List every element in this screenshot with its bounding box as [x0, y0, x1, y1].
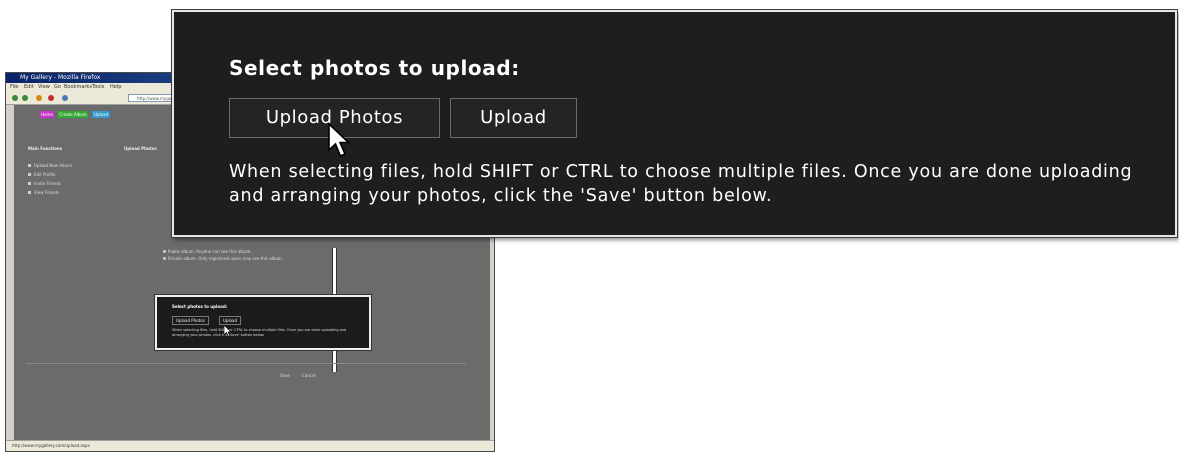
stop-icon[interactable]: [48, 95, 54, 101]
menu-item-go[interactable]: Go: [54, 83, 61, 92]
sidebar-item-invite-friends[interactable]: Invite Friends: [28, 181, 61, 186]
upload-heading: Select photos to upload:: [229, 56, 520, 80]
mini-upload-help-text: When selecting files, hold SHIFT or CTRL…: [172, 328, 347, 337]
forward-icon[interactable]: [22, 95, 28, 101]
menu-item-file[interactable]: File: [10, 83, 18, 92]
status-bar: http://www.mygallery.com/upload.aspx: [6, 440, 494, 451]
upload-help-text: When selecting files, hold SHIFT or CTRL…: [229, 162, 1133, 206]
tab-create-album[interactable]: Create Album: [58, 111, 88, 118]
mouse-pointer-icon: [328, 123, 351, 158]
main-heading: Upload Photos: [124, 146, 157, 151]
mini-upload-button[interactable]: Upload: [219, 316, 242, 325]
cancel-button[interactable]: Cancel: [302, 373, 316, 378]
home-icon[interactable]: [62, 95, 68, 101]
upload-callout-panel: Select photos to upload: Upload Photos U…: [171, 9, 1178, 238]
tab-upload[interactable]: Upload: [92, 111, 110, 118]
status-text: http://www.mygallery.com/upload.aspx: [12, 443, 90, 448]
back-icon[interactable]: [12, 95, 18, 101]
mini-upload-heading: Select photos to upload:: [172, 304, 228, 309]
menu-item-bookmarks[interactable]: Bookmarks: [64, 83, 92, 92]
sidebar-item-view-friends[interactable]: View Friends: [27, 190, 59, 195]
privacy-option-private[interactable]: Private album. Only registered users may…: [162, 256, 283, 261]
menu-item-tools[interactable]: Tools: [92, 83, 104, 92]
menu-item-edit[interactable]: Edit: [24, 83, 34, 92]
upload-box-thumbnail: Select photos to upload: Upload Photos U…: [154, 294, 372, 351]
menu-item-view[interactable]: View: [38, 83, 50, 92]
reload-icon[interactable]: [36, 95, 42, 101]
mini-upload-photos-button[interactable]: Upload Photos: [172, 316, 209, 325]
upload-button[interactable]: Upload: [450, 98, 577, 138]
divider: [26, 363, 466, 364]
menu-item-help[interactable]: Help: [110, 83, 121, 92]
tab-home[interactable]: Home: [40, 111, 54, 118]
window-title: My Gallery - Mozilla Firefox: [20, 74, 101, 81]
privacy-option-public[interactable]: Public album. Anyone can see this album.: [163, 249, 252, 254]
sidebar-heading: Main Functions: [28, 146, 63, 151]
mini-mouse-pointer-icon: [224, 325, 232, 337]
save-button[interactable]: Save: [280, 373, 290, 378]
sidebar-item-upload-new-album[interactable]: Upload New Album: [27, 163, 72, 168]
sidebar-item-edit-profile[interactable]: Edit Profile: [27, 172, 55, 177]
